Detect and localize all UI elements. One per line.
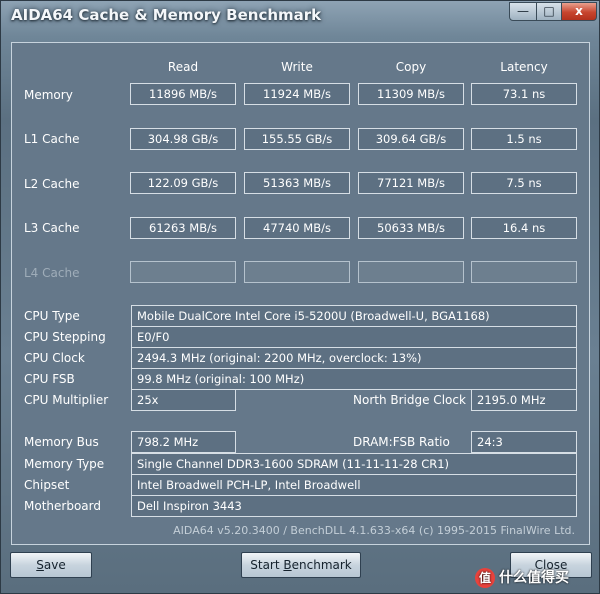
- save-button[interactable]: Save: [10, 552, 92, 578]
- cpu-multiplier-label: CPU Multiplier: [24, 393, 109, 407]
- l3-read-value: 61263 MB/s: [130, 217, 236, 239]
- l4-write-value: [244, 261, 350, 283]
- site-watermark: 值什么值得买: [475, 567, 569, 588]
- chipset-value: Intel Broadwell PCH-LP, Intel Broadwell: [131, 474, 577, 496]
- l3-copy-value: 50633 MB/s: [358, 217, 464, 239]
- row-label-l4-cache: L4 Cache: [24, 266, 80, 280]
- dram-fsb-ratio-label: DRAM:FSB Ratio: [353, 435, 450, 449]
- start-button-label-pre: Start: [250, 558, 284, 572]
- l3-write-value: 47740 MB/s: [244, 217, 350, 239]
- l4-copy-value: [358, 261, 464, 283]
- start-benchmark-button[interactable]: Start Benchmark: [241, 552, 361, 578]
- cpu-clock-label: CPU Clock: [24, 351, 85, 365]
- minimize-button[interactable]: —: [509, 2, 537, 21]
- memory-copy-value: 11309 MB/s: [358, 83, 464, 105]
- cpu-fsb-label: CPU FSB: [24, 372, 75, 386]
- watermark-text: 什么值得买: [499, 570, 569, 586]
- l2-read-value: 122.09 GB/s: [130, 172, 236, 194]
- l2-latency-value: 7.5 ns: [471, 172, 577, 194]
- benchmark-window: AIDA64 Cache & Memory Benchmark — □ x Re…: [0, 0, 600, 594]
- save-button-accel: S: [36, 558, 44, 572]
- memory-latency-value: 73.1 ns: [471, 83, 577, 105]
- memory-type-value: Single Channel DDR3-1600 SDRAM (11-11-11…: [131, 453, 577, 475]
- dram-fsb-ratio-value: 24:3: [471, 431, 577, 453]
- l1-read-value: 304.98 GB/s: [130, 128, 236, 150]
- watermark-logo-icon: 值: [475, 568, 495, 588]
- motherboard-value: Dell Inspiron 3443: [131, 495, 577, 517]
- column-header-copy: Copy: [395, 60, 427, 74]
- start-button-label-post: enchmark: [291, 558, 352, 572]
- l2-write-value: 51363 MB/s: [244, 172, 350, 194]
- l1-copy-value: 309.64 GB/s: [358, 128, 464, 150]
- save-button-label-post: ave: [43, 558, 66, 572]
- start-button-accel: B: [283, 558, 292, 572]
- memory-type-label: Memory Type: [24, 457, 105, 471]
- column-header-read: Read: [167, 60, 199, 74]
- memory-bus-label: Memory Bus: [24, 435, 99, 449]
- version-copyright-text: AIDA64 v5.20.3400 / BenchDLL 4.1.633-x64…: [173, 524, 575, 537]
- column-header-write: Write: [281, 60, 313, 74]
- l4-latency-value: [471, 261, 577, 283]
- north-bridge-clock-value: 2195.0 MHz: [471, 389, 577, 411]
- l1-latency-value: 1.5 ns: [471, 128, 577, 150]
- cpu-type-label: CPU Type: [24, 309, 80, 323]
- chipset-label: Chipset: [24, 478, 70, 492]
- cpu-clock-value: 2494.3 MHz (original: 2200 MHz, overcloc…: [131, 347, 577, 369]
- motherboard-label: Motherboard: [24, 499, 101, 513]
- title-bar[interactable]: AIDA64 Cache & Memory Benchmark — □ x: [1, 1, 600, 31]
- row-label-l2-cache: L2 Cache: [24, 177, 80, 191]
- row-label-l1-cache: L1 Cache: [24, 132, 80, 146]
- l2-copy-value: 77121 MB/s: [358, 172, 464, 194]
- l1-write-value: 155.55 GB/s: [244, 128, 350, 150]
- l4-read-value: [130, 261, 236, 283]
- row-label-l3-cache: L3 Cache: [24, 221, 80, 235]
- maximize-button[interactable]: □: [536, 2, 562, 21]
- cpu-type-value: Mobile DualCore Intel Core i5-5200U (Bro…: [131, 305, 577, 327]
- memory-read-value: 11896 MB/s: [130, 83, 236, 105]
- row-label-memory: Memory: [24, 88, 73, 102]
- memory-write-value: 11924 MB/s: [244, 83, 350, 105]
- north-bridge-clock-label: North Bridge Clock: [353, 393, 466, 407]
- memory-bus-value: 798.2 MHz: [131, 431, 236, 453]
- cpu-stepping-value: E0/F0: [131, 326, 577, 348]
- close-window-button[interactable]: x: [561, 2, 597, 21]
- column-header-latency: Latency: [500, 60, 548, 74]
- window-title: AIDA64 Cache & Memory Benchmark: [11, 6, 322, 24]
- cpu-fsb-value: 99.8 MHz (original: 100 MHz): [131, 368, 577, 390]
- cpu-stepping-label: CPU Stepping: [24, 330, 106, 344]
- cpu-multiplier-value: 25x: [131, 389, 236, 411]
- l3-latency-value: 16.4 ns: [471, 217, 577, 239]
